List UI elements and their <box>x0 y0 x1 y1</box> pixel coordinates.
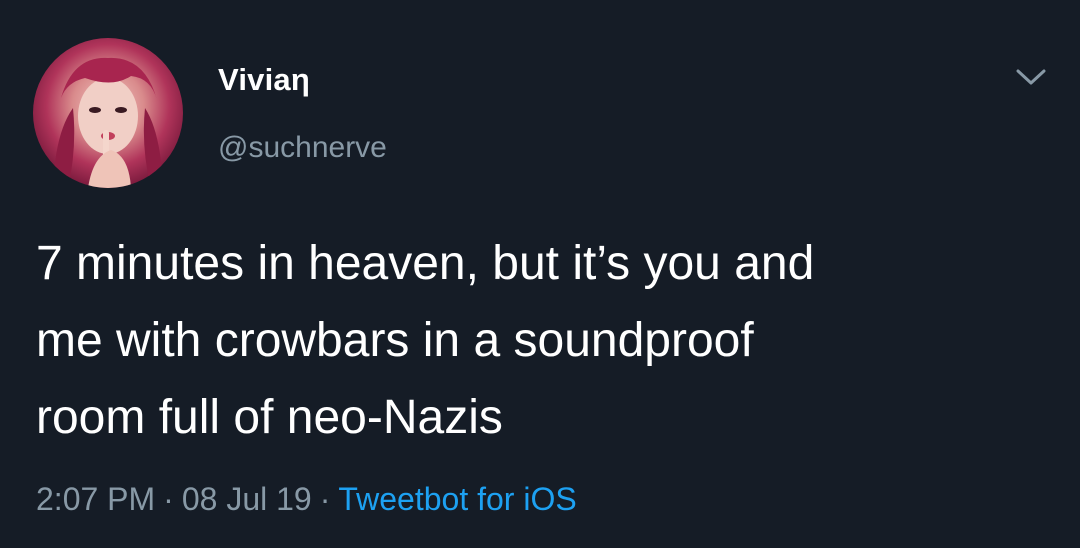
tweet-time[interactable]: 2:07 PM <box>36 481 155 517</box>
display-name[interactable]: Viviaη <box>218 62 310 98</box>
tweet-text-line: room full of neo-Nazis <box>36 391 503 444</box>
tweet-metadata: 2:07 PM · 08 Jul 19 · Tweetbot for iOS <box>36 481 577 518</box>
avatar[interactable] <box>33 38 183 188</box>
separator: · <box>319 481 331 517</box>
chevron-down-icon[interactable] <box>1012 64 1050 90</box>
tweet-card: Viviaη @suchnerve 7 minutes in heaven, b… <box>0 0 1080 548</box>
tweet-text-line: me with crowbars in a soundproof <box>36 314 754 367</box>
separator: · <box>163 481 174 517</box>
client-link[interactable]: Tweetbot for iOS <box>338 481 576 517</box>
tweet-date[interactable]: 08 Jul 19 <box>182 481 312 517</box>
tweet-text: 7 minutes in heaven, but it’s you and me… <box>36 225 1046 456</box>
avatar-image <box>53 57 163 188</box>
tweet-text-line: 7 minutes in heaven, but it’s you and <box>36 237 815 290</box>
user-handle[interactable]: @suchnerve <box>218 131 387 165</box>
